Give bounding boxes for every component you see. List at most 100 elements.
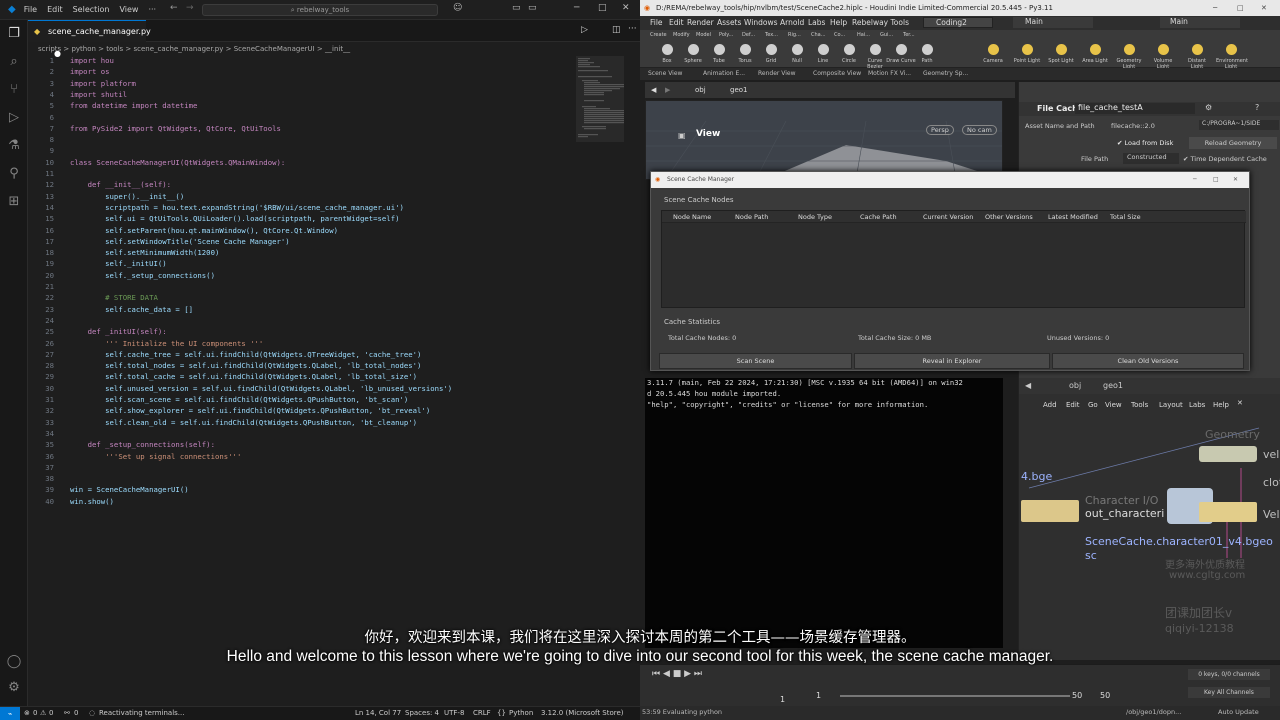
close-icon[interactable]: ✕ [622, 3, 630, 13]
end-frame-field[interactable]: 50 [1072, 691, 1082, 700]
shelf-tool-icon[interactable] [714, 44, 725, 55]
code-line[interactable]: self.ui = QtUiTools.QUiLoader().load(scr… [70, 214, 399, 223]
key-all-channels[interactable]: Key All Channels [1188, 687, 1270, 698]
wrench-icon[interactable]: ✕ [1237, 399, 1243, 407]
gear-icon[interactable]: ⚙ [1205, 103, 1212, 112]
code-line[interactable]: self.scan_scene = self.ui.findChild(QtWi… [70, 395, 408, 404]
nav-forward-icon[interactable]: ▶ [665, 82, 670, 98]
code-line[interactable]: # STORE DATA [70, 293, 158, 302]
reveal-explorer-button[interactable]: Reveal in Explorer [854, 353, 1050, 369]
warnings-icon[interactable]: ⚠ [40, 709, 46, 717]
python-shell[interactable]: 3.11.7 (main, Feb 22 2024, 17:21:30) [MS… [645, 378, 1003, 648]
time-dependent-checkbox[interactable]: ✔ Time Dependent Cache [1183, 155, 1267, 163]
code-editor[interactable]: 1 import hou 2 import os 3 import platform 4 im… [28, 56, 640, 706]
breadcrumb[interactable]: scripts > python > tools > scene_cache_m… [38, 43, 350, 55]
col-cache-path[interactable]: Cache Path [860, 213, 897, 221]
shelf-tab[interactable]: Create [650, 32, 667, 38]
ports-count[interactable]: 0 [74, 709, 78, 717]
menu-file[interactable]: File [24, 5, 37, 14]
h-menu-help[interactable]: Help [830, 16, 847, 30]
menu-more-icon[interactable]: ··· [148, 5, 156, 14]
col-current-version[interactable]: Current Version [923, 213, 973, 221]
shelf-tool-icon[interactable] [792, 44, 803, 55]
light-tool-icon[interactable] [1124, 44, 1135, 55]
shelf-tab[interactable]: Tex... [765, 32, 778, 38]
code-line[interactable]: def __init__(self): [70, 180, 171, 189]
minimize-icon[interactable]: ─ [574, 3, 579, 13]
code-line[interactable]: self._setup_connections() [70, 271, 215, 280]
code-line[interactable]: self.setMinimumWidth(1200) [70, 248, 219, 257]
menu-view[interactable]: View [119, 5, 138, 14]
code-line[interactable]: def _setup_connections(self): [70, 440, 215, 449]
net-menu-labs[interactable]: Labs [1189, 401, 1205, 409]
code-line[interactable]: from PySide2 import QtWidgets, QtCore, Q… [70, 124, 281, 133]
shelf-tab[interactable]: Poly... [719, 32, 733, 38]
scm-maximize-icon[interactable]: □ [1213, 172, 1219, 188]
nav-back-icon[interactable]: ◀ [651, 82, 656, 98]
net-menu-tools[interactable]: Tools [1131, 401, 1148, 409]
shelf-tool-icon[interactable] [688, 44, 699, 55]
help-icon[interactable]: ? [1255, 103, 1259, 112]
light-tool-icon[interactable] [1090, 44, 1101, 55]
code-line[interactable]: import platform [70, 79, 136, 88]
pane-tab[interactable]: Motion FX Vi... [868, 68, 911, 80]
col-other-versions[interactable]: Other Versions [985, 213, 1033, 221]
h-menu-labs[interactable]: Labs [808, 16, 825, 30]
shelf-tab[interactable]: Modify [673, 32, 690, 38]
network-editor[interactable]: ◀ obj geo1 Add Edit Go View Tools Layout… [1018, 378, 1280, 660]
houdini-status-path[interactable]: /obj/geo1/dopn... [1126, 708, 1181, 716]
h-menu-file[interactable]: File [650, 16, 663, 30]
code-line[interactable]: from datetime import datetime [70, 101, 197, 110]
net-menu-add[interactable]: Add [1043, 401, 1057, 409]
status-spaces[interactable]: Spaces: 4 [405, 709, 439, 717]
status-encoding[interactable]: UTF-8 [444, 709, 464, 717]
light-tool-icon[interactable] [1022, 44, 1033, 55]
path-obj[interactable]: obj [695, 82, 706, 98]
code-line[interactable]: self.setParent(hou.qt.mainWindow(), QtCo… [70, 226, 338, 235]
scm-close-icon[interactable]: ✕ [1233, 172, 1238, 188]
code-line[interactable]: self._initUI() [70, 259, 167, 268]
status-language[interactable]: Python [509, 709, 533, 717]
split-editor-icon[interactable]: ◫ [612, 25, 621, 35]
shelf-tab[interactable]: Ter... [903, 32, 915, 38]
code-line[interactable]: import os [70, 67, 110, 76]
back-arrow-icon[interactable]: ← [170, 3, 178, 13]
code-line[interactable]: ''' Initialize the UI components ''' [70, 339, 263, 348]
errors-icon[interactable]: ⊗ [24, 709, 30, 717]
scm-minimize-icon[interactable]: ─ [1193, 172, 1197, 188]
code-line[interactable]: win = SceneCacheManagerUI() [70, 485, 189, 494]
status-position[interactable]: Ln 14, Col 77 [355, 709, 401, 717]
code-line[interactable]: self.total_cache = self.ui.findChild(QtW… [70, 372, 417, 381]
code-line[interactable]: self.total_nodes = self.ui.findChild(QtW… [70, 361, 421, 370]
net-path-geo[interactable]: geo1 [1103, 381, 1123, 390]
net-menu-help[interactable]: Help [1213, 401, 1229, 409]
explorer-icon[interactable]: ❐ [6, 26, 22, 42]
node-name-field[interactable]: file_cache_testA [1075, 103, 1195, 114]
code-line[interactable]: self.cache_tree = self.ui.findChild(QtWi… [70, 350, 421, 359]
code-line[interactable]: super().__init__() [70, 192, 184, 201]
pane-tab[interactable]: Animation E... [703, 68, 745, 80]
settings-gear-icon[interactable]: ⚙ [6, 680, 22, 696]
end-frame-field-2[interactable]: 50 [1100, 691, 1110, 700]
warnings-count[interactable]: 0 [49, 709, 53, 717]
net-menu-view[interactable]: View [1105, 401, 1122, 409]
h-menu-rebelway[interactable]: Rebelway Tools [852, 16, 909, 30]
code-line[interactable]: def _initUI(self): [70, 327, 167, 336]
shelf-tool-icon[interactable] [818, 44, 829, 55]
col-total-size[interactable]: Total Size [1110, 213, 1141, 221]
forward-arrow-icon[interactable]: → [186, 3, 194, 13]
source-control-icon[interactable]: ⑂ [6, 82, 22, 98]
desktop-selector-3[interactable]: Main [1160, 17, 1240, 28]
code-line[interactable]: self.setWindowTitle('Scene Cache Manager… [70, 237, 290, 246]
minimap[interactable] [576, 56, 624, 146]
pane-tab[interactable]: Geometry Sp... [923, 68, 968, 80]
shelf-tab[interactable]: Hai... [857, 32, 870, 38]
net-back-icon[interactable]: ◀ [1025, 381, 1031, 390]
remote-icon[interactable]: ⚲ [6, 166, 22, 182]
clean-old-versions-button[interactable]: Clean Old Versions [1052, 353, 1244, 369]
scan-scene-button[interactable]: Scan Scene [659, 353, 852, 369]
layout-icon[interactable]: ▭ [512, 3, 521, 13]
keys-channels[interactable]: 0 keys, 0/0 channels [1188, 669, 1270, 680]
net-menu-edit[interactable]: Edit [1066, 401, 1080, 409]
asset-path[interactable]: C:/PROGRA~1/SIDE [1199, 120, 1279, 130]
